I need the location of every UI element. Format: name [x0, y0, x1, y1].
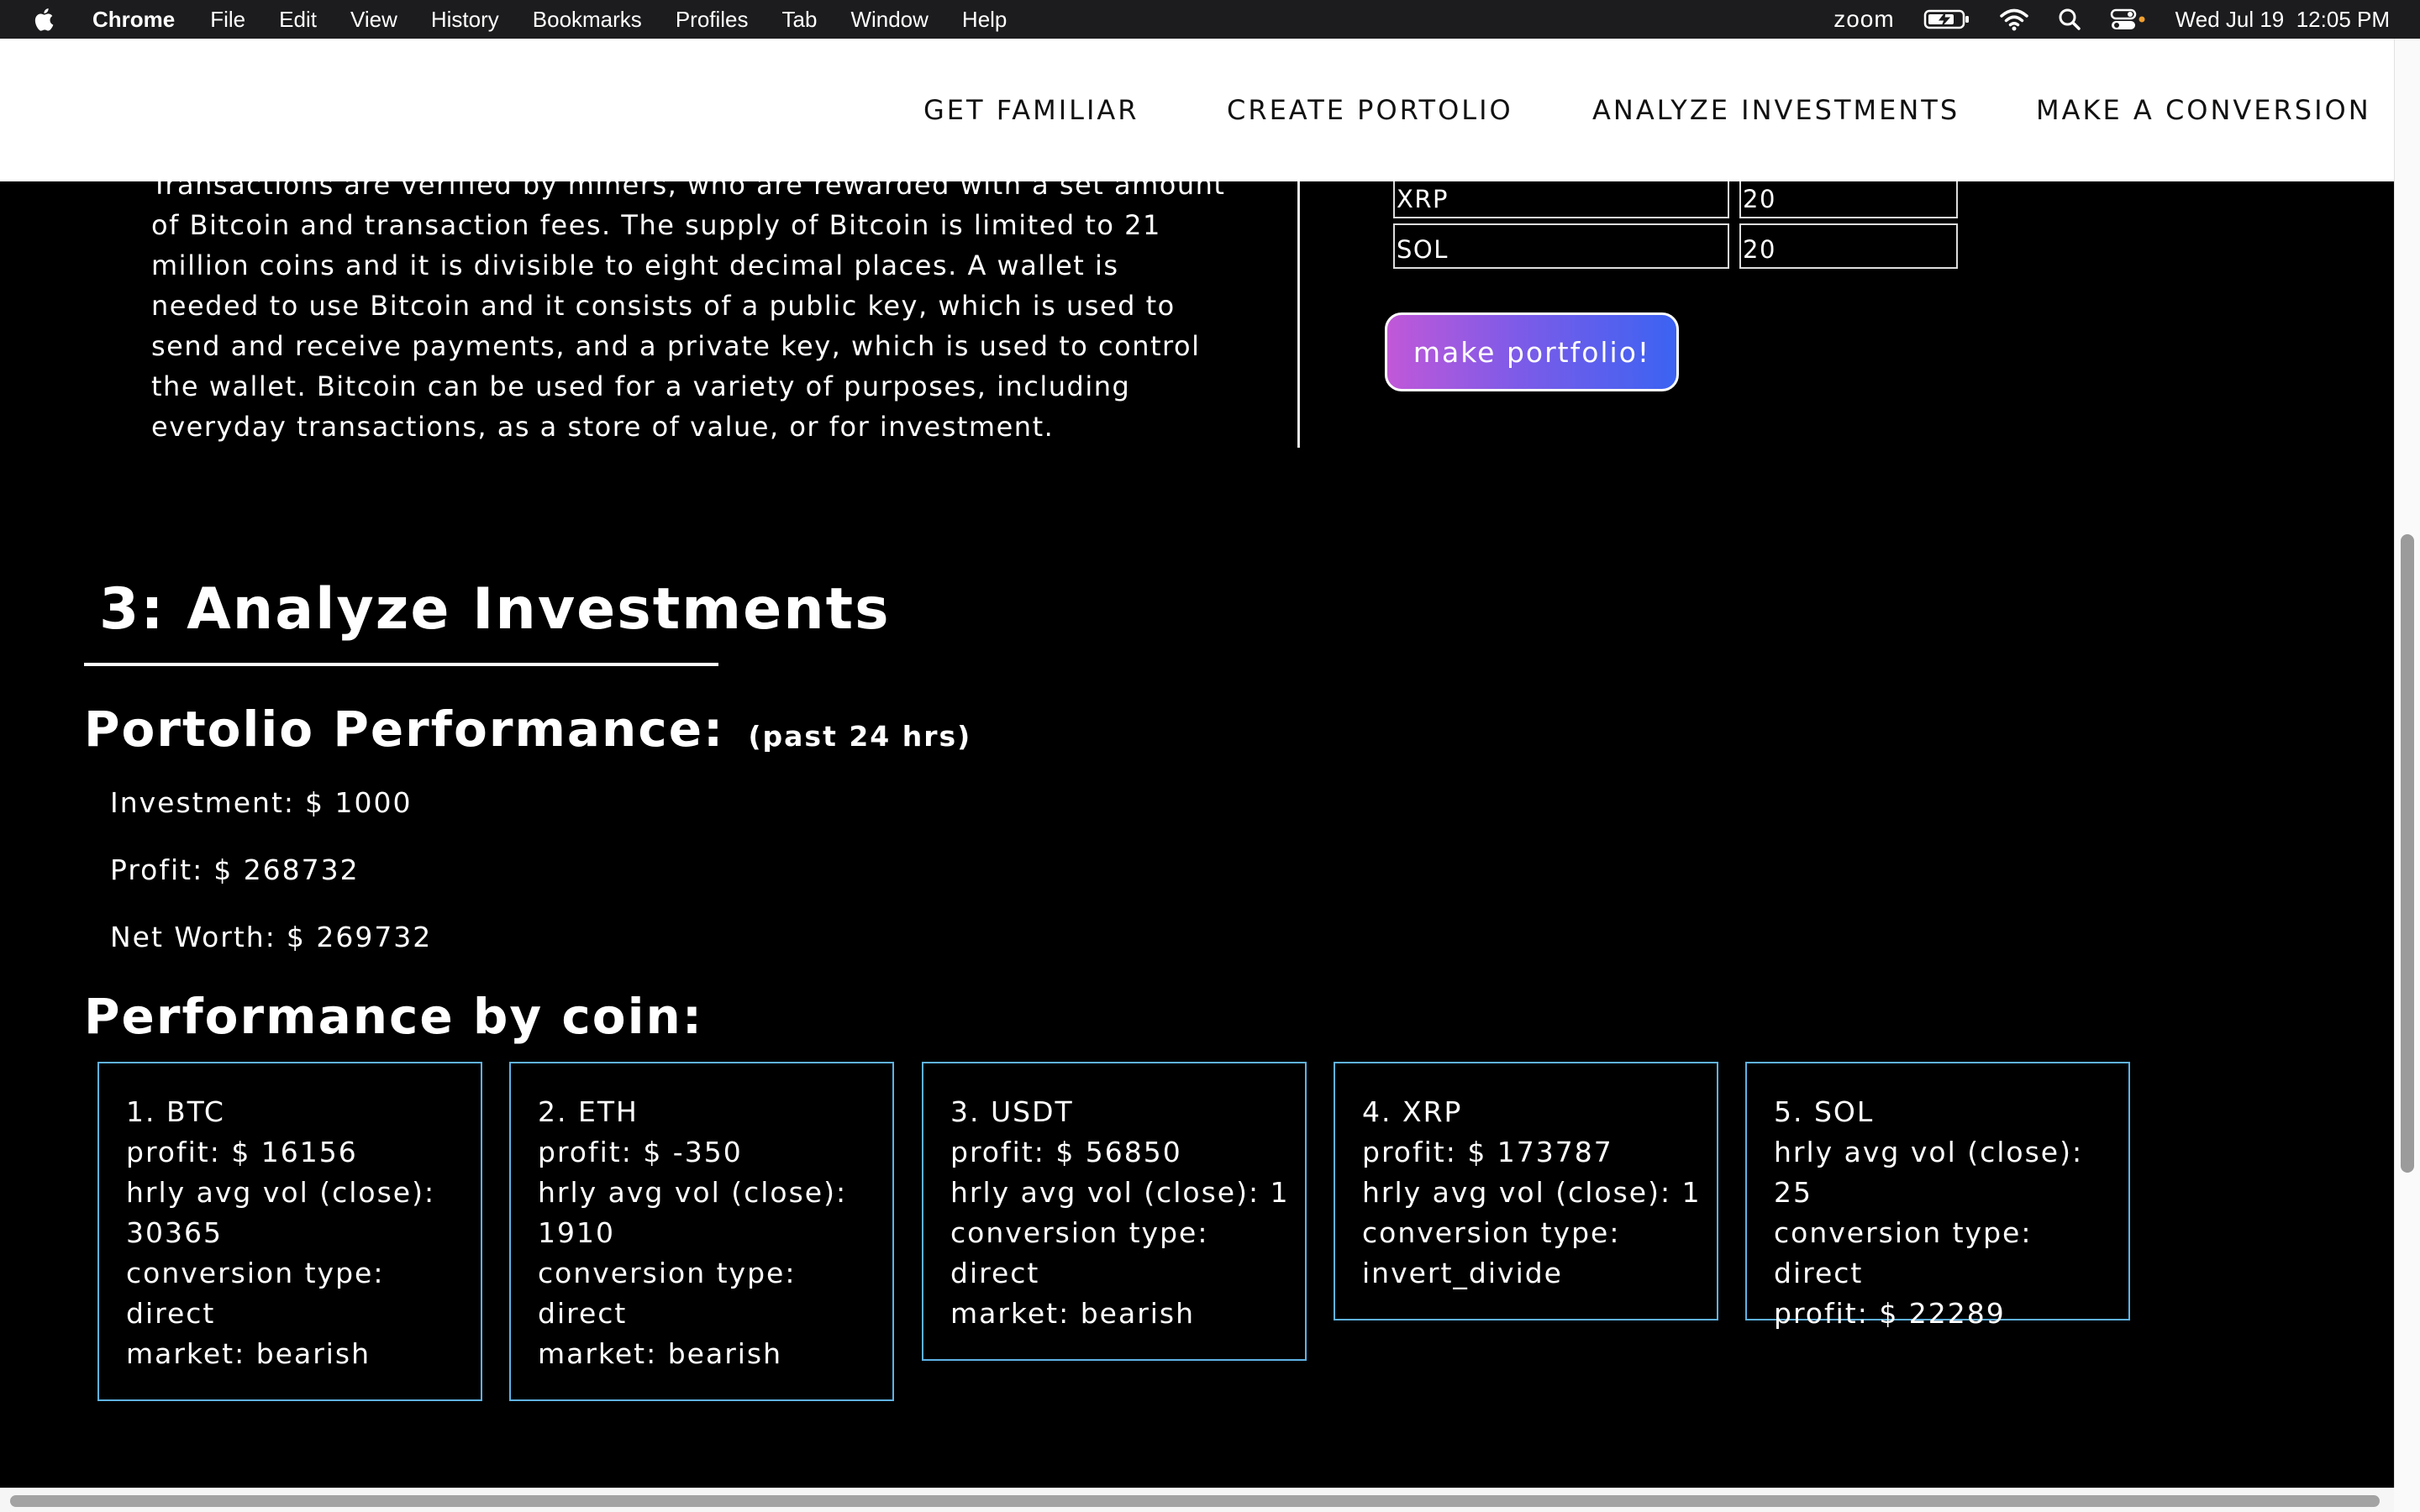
zoom-status-label[interactable]: zoom [1833, 6, 1894, 33]
bitcoin-description-paragraph: Transactions are verified by miners, who… [151, 181, 1226, 443]
menu-app-name[interactable]: Chrome [92, 7, 175, 33]
investment-label: Investment: [110, 786, 296, 819]
menu-tab[interactable]: Tab [782, 7, 818, 33]
portfolio-performance-subtitle: (past 24 hrs) [748, 720, 972, 753]
menu-file[interactable]: File [210, 7, 245, 33]
portfolio-table: XRP 20 SOL 20 [1383, 181, 1968, 274]
investment-stat: Investment: $ 1000 [110, 786, 413, 819]
net-worth-value: $ 269732 [286, 921, 433, 953]
profit-stat: Profit: $ 268732 [110, 853, 360, 886]
menu-status-area: zoom Wed Jul 19 12:05 PM [1833, 0, 2390, 39]
nav-analyze-investments[interactable]: ANALYZE INVESTMENTS [1592, 39, 1960, 181]
coin-card-btc: 1. BTC profit: $ 16156 hrly avg vol (clo… [97, 1062, 482, 1401]
menu-edit[interactable]: Edit [279, 7, 317, 33]
control-center-icon[interactable] [2110, 8, 2147, 31]
net-worth-stat: Net Worth: $ 269732 [110, 921, 432, 953]
macos-menu-bar: Chrome File Edit View History Bookmarks … [0, 0, 2420, 39]
portfolio-performance-title: Portolio Performance: [84, 701, 725, 758]
table-row: XRP 20 [1393, 181, 1958, 218]
menu-view[interactable]: View [350, 7, 397, 33]
coin-card-text: 2. ETH profit: $ -350 hrly avg vol (clos… [538, 1095, 848, 1370]
section-title-underline [84, 663, 718, 666]
menu-history[interactable]: History [431, 7, 499, 33]
vertical-scrollbar[interactable] [2394, 39, 2420, 1488]
net-worth-label: Net Worth: [110, 921, 276, 953]
table-cell-amount[interactable]: 20 [1739, 181, 1958, 218]
coin-card-eth: 2. ETH profit: $ -350 hrly avg vol (clos… [509, 1062, 894, 1401]
profit-value: $ 268732 [213, 853, 360, 886]
site-nav-bar: GET FAMILIAR CREATE PORTOLIO ANALYZE INV… [0, 39, 2394, 181]
coin-card-text: 4. XRP profit: $ 173787 hrly avg vol (cl… [1362, 1095, 1702, 1289]
investment-value: $ 1000 [305, 786, 413, 819]
column-divider [1297, 181, 1300, 448]
menu-help[interactable]: Help [962, 7, 1007, 33]
menu-window[interactable]: Window [850, 7, 928, 33]
make-portfolio-button[interactable]: make portfolio! [1385, 312, 1679, 391]
horizontal-scrollbar-thumb[interactable] [10, 1495, 2380, 1507]
coin-card-usdt: 3. USDT profit: $ 56850 hrly avg vol (cl… [922, 1062, 1307, 1361]
coin-card-text: 5. SOL hrly avg vol (close): 25 conversi… [1774, 1095, 2084, 1330]
profit-label: Profit: [110, 853, 204, 886]
performance-by-coin-heading: Performance by coin: [84, 988, 704, 1045]
spotlight-search-icon[interactable] [2058, 8, 2081, 31]
page-content: Transactions are verified by miners, who… [0, 181, 2394, 1488]
apple-icon[interactable] [32, 6, 59, 33]
nav-create-portfolio[interactable]: CREATE PORTOLIO [1227, 39, 1513, 181]
coin-card-text: 3. USDT profit: $ 56850 hrly avg vol (cl… [950, 1095, 1290, 1330]
portfolio-performance-heading: Portolio Performance: (past 24 hrs) [84, 701, 971, 758]
table-cell-amount[interactable]: 20 [1739, 223, 1958, 269]
coin-card-xrp: 4. XRP profit: $ 173787 hrly avg vol (cl… [1334, 1062, 1718, 1320]
nav-get-familiar[interactable]: GET FAMILIAR [923, 39, 1139, 181]
battery-icon[interactable] [1923, 8, 1970, 30]
wifi-icon[interactable] [1999, 8, 2029, 31]
menu-clock[interactable]: Wed Jul 19 12:05 PM [2175, 7, 2390, 33]
table-cell-symbol[interactable]: SOL [1393, 223, 1729, 269]
menu-profiles[interactable]: Profiles [676, 7, 749, 33]
scrollbar-corner [2394, 1488, 2420, 1512]
menu-bookmarks[interactable]: Bookmarks [533, 7, 642, 33]
section-title-analyze: 3: Analyze Investments [99, 576, 891, 643]
vertical-scrollbar-thumb[interactable] [2401, 534, 2414, 1173]
horizontal-scrollbar[interactable] [0, 1488, 2394, 1512]
coin-card-text: 1. BTC profit: $ 16156 hrly avg vol (clo… [126, 1095, 436, 1370]
nav-make-a-conversion[interactable]: MAKE A CONVERSION [2036, 39, 2371, 181]
table-row: SOL 20 [1393, 223, 1958, 269]
coin-card-sol: 5. SOL hrly avg vol (close): 25 conversi… [1745, 1062, 2130, 1330]
table-cell-symbol[interactable]: XRP [1393, 181, 1729, 218]
